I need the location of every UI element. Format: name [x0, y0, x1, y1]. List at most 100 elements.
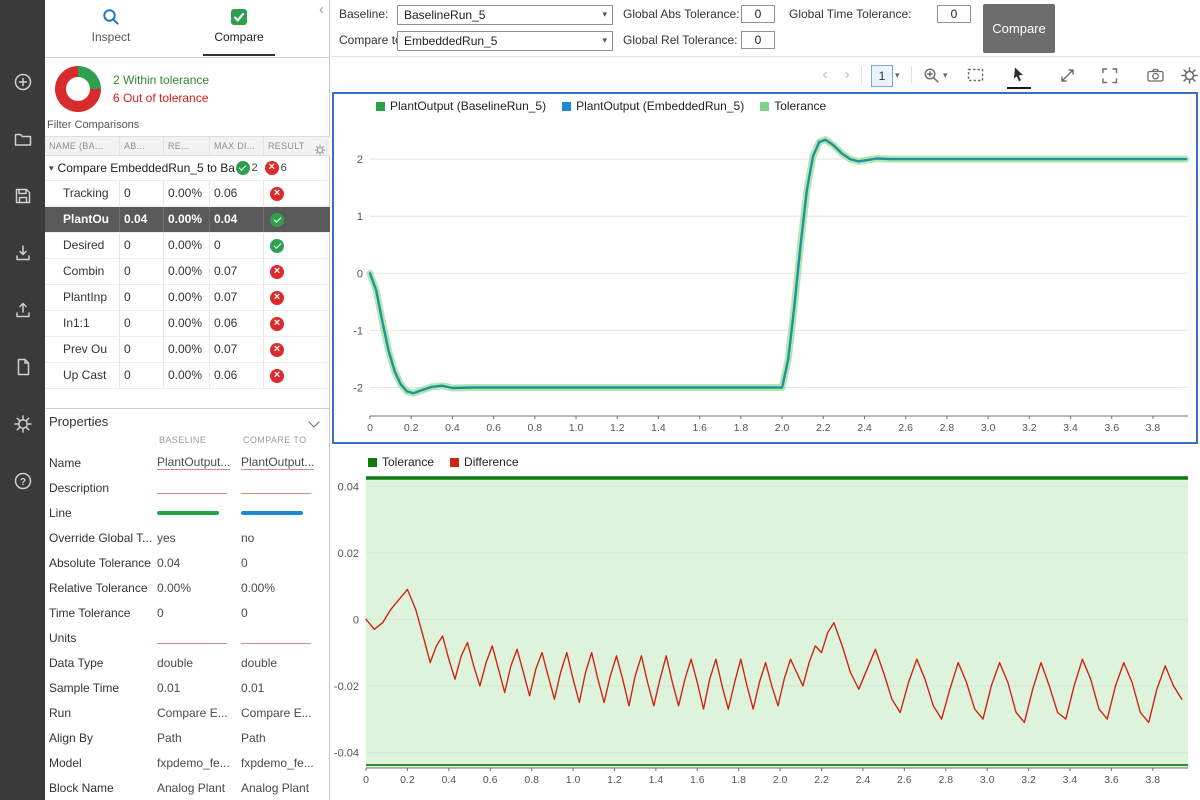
comparison-row-prev-ou[interactable]: Prev Ou 0 0.00% 0.07 [45, 337, 330, 363]
col-maxdiff[interactable]: MAX DI... [210, 137, 264, 155]
compare-run-dropdown[interactable]: EmbeddedRun_5 ▾ [397, 31, 613, 51]
value-cell: 0 [120, 181, 164, 206]
baseline-editable-field[interactable] [157, 479, 227, 494]
fail-icon [270, 290, 284, 305]
comparison-group-row[interactable]: ▾ Compare EmbeddedRun_5 to Ba... 2 6 [45, 156, 330, 181]
open-icon[interactable] [0, 117, 45, 161]
baseline-value[interactable] [157, 629, 241, 647]
comparison-row-combin[interactable]: Combin 0 0.00% 0.07 [45, 259, 330, 285]
global-abs-tolerance-input[interactable] [741, 5, 775, 23]
baseline-line-sample[interactable] [157, 510, 219, 515]
comparison-row-tracking[interactable]: Tracking 0 0.00% 0.06 [45, 181, 330, 207]
svg-text:1.0: 1.0 [569, 422, 584, 434]
compare-value[interactable] [241, 479, 330, 497]
baseline-line [368, 138, 1188, 395]
comparisons-rows: Tracking00.00%0.06PlantOu0.040.00%0.04De… [45, 181, 330, 389]
tab-inspect[interactable]: Inspect [63, 7, 159, 44]
legend-item[interactable]: Difference [450, 455, 519, 469]
export-icon[interactable] [0, 288, 45, 332]
save-icon[interactable] [0, 174, 45, 218]
value-cell: 0 [120, 233, 164, 258]
global-rel-tolerance-input[interactable] [741, 31, 775, 49]
property-row-relative-tolerance: Relative Tolerance 0.00% 0.00% [45, 575, 330, 600]
svg-text:2.8: 2.8 [938, 774, 953, 786]
expand-plot-icon[interactable] [1055, 63, 1079, 87]
baseline-editable-field[interactable] [157, 629, 227, 644]
col-rel[interactable]: RE... [164, 137, 210, 155]
tab-compare[interactable]: Compare [191, 7, 287, 44]
svg-text:3.8: 3.8 [1146, 422, 1161, 434]
baseline-value[interactable]: PlantOutput... [157, 455, 241, 470]
comparison-row-desired[interactable]: Desired 0 0.00% 0 [45, 233, 330, 259]
filter-comparisons[interactable]: Filter Comparisons [47, 119, 139, 131]
plot-settings-gear-icon[interactable] [1177, 63, 1200, 87]
fullscreen-icon[interactable] [1097, 63, 1121, 87]
compare-editable-field[interactable] [241, 629, 311, 644]
zoom-in-icon[interactable] [919, 63, 943, 87]
compare-editable-field[interactable]: PlantOutput... [241, 455, 315, 470]
svg-text:1.8: 1.8 [731, 774, 746, 786]
plot-toolbar: ‹ › 1 ▾ ▾ [331, 57, 1200, 92]
preferences-icon[interactable] [0, 402, 45, 446]
create-report-icon[interactable] [0, 345, 45, 389]
svg-text:3.8: 3.8 [1145, 774, 1160, 786]
subplot-layout-button[interactable]: 1 [871, 65, 893, 87]
magnifier-icon [103, 9, 119, 25]
result-cell [264, 181, 330, 206]
legend-item[interactable]: PlantOutput (BaselineRun_5) [376, 99, 546, 113]
svg-text:2.8: 2.8 [940, 422, 955, 434]
collapse-panel-icon[interactable]: ‹ [319, 1, 324, 18]
snapshot-camera-icon[interactable] [1143, 63, 1167, 87]
legend-item[interactable]: Tolerance [760, 99, 826, 113]
baseline-editable-field[interactable]: PlantOutput... [157, 455, 231, 470]
svg-text:3.0: 3.0 [980, 774, 995, 786]
col-name[interactable]: NAME (BA... [45, 137, 120, 155]
baseline-run-dropdown[interactable]: BaselineRun_5 ▾ [397, 5, 613, 25]
dropdown-caret-icon: ▾ [602, 35, 607, 45]
comparison-row-in1-1[interactable]: In1:1 0 0.00% 0.06 [45, 311, 330, 337]
compare-button[interactable]: Compare [983, 4, 1055, 53]
pointer-tool-icon[interactable] [1007, 63, 1031, 89]
legend-item[interactable]: Tolerance [368, 455, 434, 469]
compare-value[interactable] [241, 629, 330, 647]
signal-comparison-canvas[interactable]: 2 1 0 -1 -2 0 0.2 0.4 0.6 0.8 1.0 1.2 1.4 1.6 1.8 2.0 2.… [334, 94, 1196, 442]
baseline-label: Baseline: [339, 7, 389, 21]
col-abs[interactable]: AB... [120, 137, 164, 155]
result-cell [264, 311, 330, 336]
pass-icon [235, 161, 250, 175]
value-cell: 0.00% [164, 233, 210, 258]
property-label: Description [49, 480, 110, 495]
forward-arrow-icon[interactable]: › [835, 63, 859, 87]
difference-canvas[interactable]: 0.04 0.02 0 -0.02 -0.04 0 0.2 0.4 0.6 0.8 1.0 1.2 1.… [330, 452, 1200, 800]
compare-value: Analog Plant [241, 780, 310, 795]
compare-check-icon [231, 9, 247, 25]
baseline-value[interactable] [157, 479, 241, 497]
compare-value[interactable]: PlantOutput... [241, 455, 330, 470]
add-icon[interactable] [0, 60, 45, 104]
difference-plot[interactable]: Tolerance Difference 0.04 0.02 0 -0.02 -0.04… [330, 452, 1200, 800]
properties-header[interactable]: Properties [45, 408, 330, 433]
compare-editable-field[interactable] [241, 479, 311, 494]
compare-run-value: EmbeddedRun_5 [404, 34, 498, 48]
fit-to-view-icon[interactable] [963, 63, 987, 87]
help-icon[interactable]: ? [0, 459, 45, 503]
expand-caret-icon[interactable]: ▾ [49, 163, 54, 174]
property-label: Data Type [49, 655, 104, 670]
svg-text:3.4: 3.4 [1063, 422, 1078, 434]
global-time-tolerance-input[interactable] [937, 5, 971, 23]
compare-line-sample[interactable] [241, 510, 303, 515]
zoom-caret-icon[interactable]: ▾ [943, 70, 948, 81]
layout-caret-icon[interactable]: ▾ [895, 70, 900, 81]
comparison-topbar: Baseline: BaselineRun_5 ▾ Compare to: Em… [331, 0, 1200, 57]
comparison-plot[interactable]: PlantOutput (BaselineRun_5) PlantOutput … [332, 92, 1198, 444]
comparison-row-plantou[interactable]: PlantOu 0.04 0.00% 0.04 [45, 207, 330, 233]
back-arrow-icon[interactable]: ‹ [813, 63, 837, 87]
property-label: Absolute Tolerance [49, 555, 151, 570]
compare-to-label: Compare to: [339, 33, 406, 47]
legend-item[interactable]: PlantOutput (EmbeddedRun_5) [562, 99, 744, 113]
comparison-row-plantinp[interactable]: PlantInp 0 0.00% 0.07 [45, 285, 330, 311]
import-icon[interactable] [0, 231, 45, 275]
result-cell [264, 233, 330, 258]
signal-name-cell: Up Cast [45, 363, 120, 388]
comparison-row-up-cast[interactable]: Up Cast 0 0.00% 0.06 [45, 363, 330, 389]
